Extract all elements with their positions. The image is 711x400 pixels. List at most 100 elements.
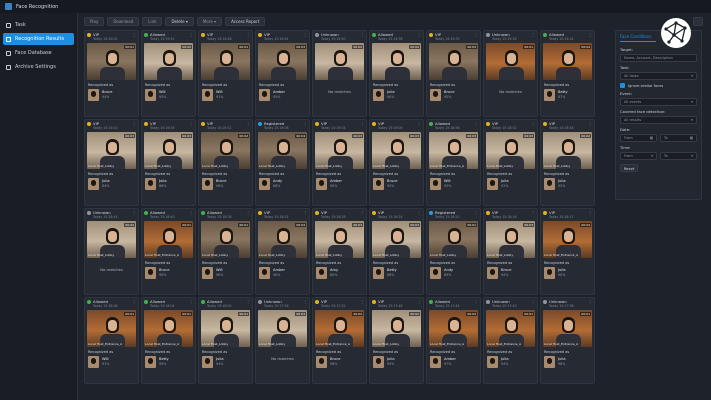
matched-person[interactable]: Bruce 94%: [484, 266, 537, 279]
snapshot-image[interactable]: 00:01 Local Host_Entrance_A: [144, 221, 193, 258]
snapshot-image[interactable]: 00:03 Local Host_Lobby: [87, 132, 136, 169]
more-options-icon[interactable]: ⋮: [360, 121, 364, 126]
result-card[interactable]: VIP ⋮ Today 15:19:12 00:02 Local Host_Lobby R…: [198, 119, 253, 206]
time-from-input[interactable]: From ▾: [620, 152, 657, 160]
matched-person[interactable]: Julia 90%: [541, 266, 594, 279]
result-card[interactable]: VIP ⋮ Today 15:19:16 00:03 Local Host_Lobby R…: [141, 119, 196, 206]
more-options-icon[interactable]: ⋮: [360, 32, 364, 37]
more-options-icon[interactable]: ⋮: [531, 121, 535, 126]
matched-person[interactable]: Julia 84%: [85, 177, 138, 190]
matched-person[interactable]: Julia 96%: [541, 355, 594, 368]
more-options-icon[interactable]: ⋮: [189, 210, 193, 215]
date-from-input[interactable]: From ▦: [620, 134, 657, 142]
result-card[interactable]: Allowed ⋮ Today 15:19:24 00:04 Recognized as…: [540, 30, 595, 117]
more-options-icon[interactable]: ⋮: [417, 210, 421, 215]
result-card[interactable]: Unknown ⋮ Today 15:19:28 00:01 No matches: [483, 30, 538, 117]
snapshot-image[interactable]: 00:03 Local Host_Lobby: [486, 132, 535, 169]
more-options-icon[interactable]: ⋮: [360, 299, 364, 304]
snapshot-image[interactable]: 00:01: [486, 43, 535, 80]
more-options-icon[interactable]: ⋮: [474, 32, 478, 37]
snapshot-image[interactable]: 00:04 Local Host_Entrance_A: [543, 221, 592, 258]
matched-person[interactable]: Betty 95%: [142, 355, 195, 368]
snapshot-image[interactable]: 00:01 Local Host_Entrance_A: [543, 310, 592, 347]
result-card[interactable]: VIP ⋮ Today 15:19:48 00:01 Recognized as Will…: [198, 30, 253, 117]
snapshot-image[interactable]: 00:01 Local Host_Lobby: [429, 221, 478, 258]
event-select[interactable]: All events ▾: [620, 98, 697, 106]
result-card[interactable]: Allowed ⋮ Today 15:18:40 00:01 Local Host_En…: [141, 208, 196, 295]
matched-person[interactable]: Julia 95%: [541, 177, 594, 190]
matched-person[interactable]: Will 95%: [427, 177, 480, 190]
snapshot-image[interactable]: 00:01 Local Host_Lobby: [201, 221, 250, 258]
result-card[interactable]: Allowed ⋮ Today 15:19:36 00:02 Recognized as…: [369, 30, 424, 117]
more-options-icon[interactable]: ⋮: [132, 32, 136, 37]
snapshot-image[interactable]: 00:03 Local Host_Lobby: [315, 221, 364, 258]
more-options-icon[interactable]: ⋮: [474, 121, 478, 126]
snapshot-image[interactable]: 00:02: [372, 43, 421, 80]
matched-person[interactable]: Bruce 94%: [85, 88, 138, 101]
snapshot-image[interactable]: 00:01 Local Host_Entrance_A: [144, 310, 193, 347]
result-card[interactable]: VIP ⋮ Today 15:18:48 00:02 Local Host_Lobby R…: [540, 119, 595, 206]
more-options-icon[interactable]: ⋮: [303, 210, 307, 215]
result-card[interactable]: Unknown ⋮ Today 15:17:40 00:01 Local Host_En…: [483, 297, 538, 384]
matched-person[interactable]: Will 95%: [142, 88, 195, 101]
download-button[interactable]: Download: [107, 17, 140, 26]
snapshot-image[interactable]: 00:03 Local Host_Lobby: [258, 310, 307, 347]
matched-person[interactable]: Andy 89%: [427, 266, 480, 279]
link-button[interactable]: Link: [142, 17, 163, 26]
matched-person[interactable]: Betty 87%: [541, 88, 594, 101]
more-options-icon[interactable]: ⋮: [189, 121, 193, 126]
result-card[interactable]: Allowed ⋮ Today 15:19:51 00:02 Recognized as…: [141, 30, 196, 117]
more-options-icon[interactable]: ⋮: [474, 210, 478, 215]
matched-person[interactable]: Will 98%: [199, 266, 252, 279]
snapshot-image[interactable]: 00:01 Local Host_Lobby: [201, 310, 250, 347]
tab-face-conditions[interactable]: Face Conditions: [620, 34, 656, 42]
snapshot-image[interactable]: 00:02: [144, 43, 193, 80]
more-options-icon[interactable]: ⋮: [303, 299, 307, 304]
time-to-input[interactable]: To ▾: [660, 152, 697, 160]
result-card[interactable]: VIP ⋮ Today 15:19:20 00:03 Local Host_Lobby R…: [84, 119, 139, 206]
result-card[interactable]: Unknown ⋮ Today 15:17:36 00:01 Local Host_En…: [540, 297, 595, 384]
result-card[interactable]: VIP ⋮ Today 15:18:12 00:04 Local Host_Entran…: [540, 208, 595, 295]
more-options-icon[interactable]: ⋮: [417, 32, 421, 37]
matched-person[interactable]: Bruce 95%: [370, 177, 423, 190]
snapshot-image[interactable]: 00:03 Local Host_Lobby: [372, 132, 421, 169]
snapshot-image[interactable]: 00:04 Local Host_Lobby: [258, 132, 307, 169]
snapshot-image[interactable]: 00:03 Local Host_Lobby: [315, 132, 364, 169]
reset-button[interactable]: Reset: [620, 164, 638, 172]
result-card[interactable]: Unknown ⋮ Today 15:19:40 00:02 No matches: [312, 30, 367, 117]
result-card[interactable]: Allowed ⋮ Today 15:18:04 00:01 Local Host_En…: [141, 297, 196, 384]
snapshot-image[interactable]: 00:03 Local Host_Lobby: [486, 221, 535, 258]
result-card[interactable]: VIP ⋮ Today 15:18:32 00:04 Local Host_Lobby R…: [255, 208, 310, 295]
snapshot-image[interactable]: 00:02 Local Host_Entrance_A: [315, 310, 364, 347]
more-options-icon[interactable]: ⋮: [531, 32, 535, 37]
snapshot-image[interactable]: 00:02: [315, 43, 364, 80]
more-options-icon[interactable]: ⋮: [474, 299, 478, 304]
target-search-input[interactable]: Name, Account, Description: [620, 54, 697, 62]
result-card[interactable]: VIP ⋮ Today 15:20:02 00:01 Recognized as Bruc…: [84, 30, 139, 117]
result-card[interactable]: Allowed ⋮ Today 15:17:44 00:03 Local Host_En…: [426, 297, 481, 384]
more-options-icon[interactable]: ⋮: [189, 32, 193, 37]
sidebar-item-recognition-results[interactable]: Recognition Results: [3, 33, 74, 45]
snapshot-image[interactable]: 00:01: [201, 43, 250, 80]
snapshot-image[interactable]: 00:02 Local Host_Lobby: [87, 221, 136, 258]
matched-person[interactable]: Bruce 95%: [427, 88, 480, 101]
more-options-icon[interactable]: ⋮: [246, 299, 250, 304]
snapshot-image[interactable]: 00:04 Local Host_Lobby: [258, 221, 307, 258]
result-card[interactable]: VIP ⋮ Today 15:18:24 00:03 Local Host_Lobby R…: [369, 208, 424, 295]
snapshot-image[interactable]: 00:03 Local Host_Lobby: [144, 132, 193, 169]
result-card[interactable]: VIP ⋮ Today 15:18:52 00:03 Local Host_Lobby R…: [483, 119, 538, 206]
result-card[interactable]: Allowed ⋮ Today 15:18:56 00:03 Local Host_En…: [426, 119, 481, 206]
matched-person[interactable]: Amber 90%: [256, 266, 309, 279]
more-options-icon[interactable]: ⋮: [132, 121, 136, 126]
ignore-similar-checkbox[interactable]: Ignore similar faces: [620, 83, 697, 88]
date-to-input[interactable]: To ▦: [660, 134, 697, 142]
result-card[interactable]: Unknown ⋮ Today 15:17:56 00:03 Local Host_Lo…: [255, 297, 310, 384]
result-card[interactable]: VIP ⋮ Today 15:17:52 00:02 Local Host_Entran…: [312, 297, 367, 384]
covered-face-select[interactable]: All results ▾: [620, 116, 697, 124]
result-card[interactable]: Allowed ⋮ Today 15:18:08 00:01 Local Host_En…: [84, 297, 139, 384]
more-options-icon[interactable]: ⋮: [246, 210, 250, 215]
more-options-icon[interactable]: ⋮: [531, 299, 535, 304]
matched-person[interactable]: Will 91%: [85, 355, 138, 368]
snapshot-image[interactable]: 00:02 Local Host_Lobby: [372, 310, 421, 347]
more-options-icon[interactable]: ⋮: [417, 121, 421, 126]
